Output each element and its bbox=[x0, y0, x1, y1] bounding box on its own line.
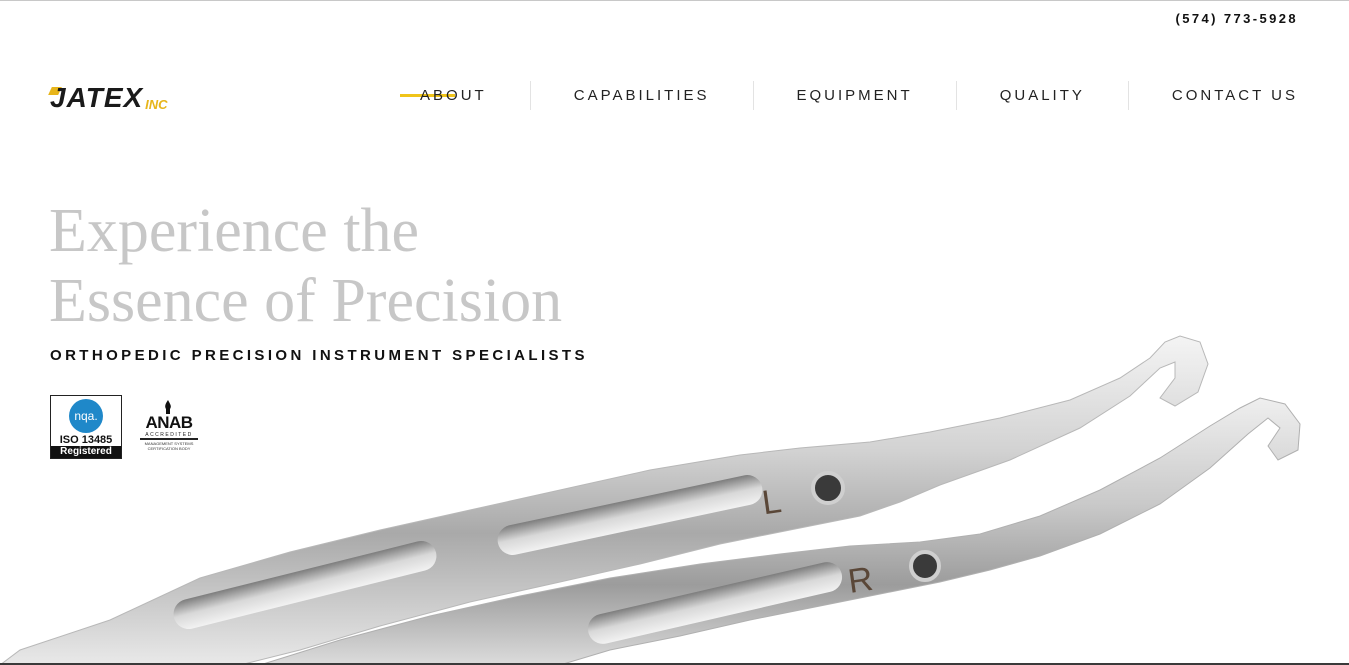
registered-label: Registered bbox=[51, 446, 121, 458]
nav-about-label: ABOUT bbox=[420, 87, 487, 104]
anab-divider bbox=[140, 438, 198, 440]
nav-about[interactable]: ABOUT bbox=[400, 81, 530, 110]
jatex-logo[interactable]: JATEX INC bbox=[48, 82, 168, 113]
nqa-logo: nqa. bbox=[69, 399, 103, 433]
nav-contact-us-label: CONTACT US bbox=[1171, 87, 1298, 104]
top-border bbox=[0, 0, 1349, 1]
phone-number[interactable]: (574) 773-5928 bbox=[1176, 11, 1299, 26]
nav-equipment[interactable]: EQUIPMENT bbox=[754, 81, 956, 110]
nav-equipment-label: EQUIPMENT bbox=[796, 87, 913, 104]
nav-capabilities[interactable]: CAPABILITIES bbox=[531, 81, 753, 110]
torch-icon bbox=[165, 400, 171, 414]
anab-accreditation-badge: ANAB ACCREDITED MANAGEMENT SYSTEMS CERTI… bbox=[136, 400, 202, 458]
instrument-mark-r: R bbox=[846, 560, 876, 601]
anab-name: ANAB bbox=[145, 413, 193, 432]
hero-title-line1: Experience the bbox=[49, 197, 420, 265]
hero-title: Experience the Essence of Precision bbox=[49, 196, 562, 336]
hero-title-line2: Essence of Precision bbox=[49, 267, 563, 335]
anab-fine-print: MANAGEMENT SYSTEMS CERTIFICATION BODY bbox=[144, 441, 194, 451]
nav-contact-us[interactable]: CONTACT US bbox=[1129, 81, 1298, 110]
hero-subtitle: ORTHOPEDIC PRECISION INSTRUMENT SPECIALI… bbox=[50, 347, 588, 364]
instrument-hole bbox=[909, 550, 941, 582]
surgical-instruments-image: L R bbox=[0, 335, 1301, 665]
nav-quality-label: QUALITY bbox=[999, 87, 1085, 104]
iso-standard: ISO 13485 bbox=[59, 434, 113, 446]
logo-wordmark: JATEX bbox=[50, 82, 144, 113]
logo-suffix: INC bbox=[145, 97, 168, 112]
instrument-hole bbox=[811, 471, 845, 505]
nav-capabilities-label: CAPABILITIES bbox=[573, 87, 710, 104]
nqa-iso-certification-badge: nqa. ISO 13485 Registered bbox=[50, 395, 122, 459]
main-nav: ABOUT CAPABILITIES EQUIPMENT QUALITY CON… bbox=[400, 81, 1298, 110]
nav-quality[interactable]: QUALITY bbox=[957, 81, 1128, 110]
